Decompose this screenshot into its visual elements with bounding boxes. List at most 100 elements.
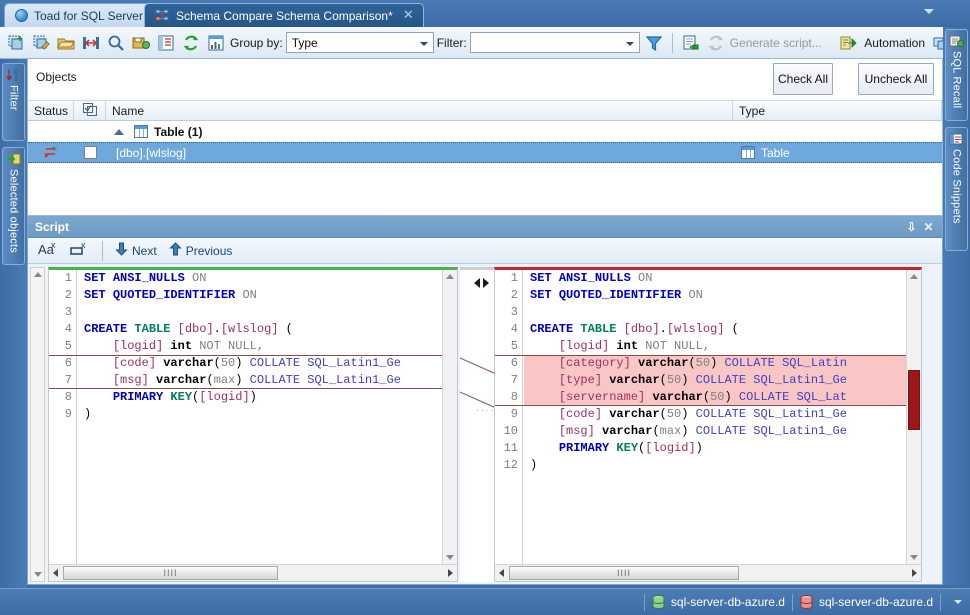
scroll-right-icon[interactable] bbox=[448, 569, 453, 577]
find-icon[interactable] bbox=[105, 32, 127, 54]
line-number: 12 bbox=[503, 458, 518, 472]
scroll-left-icon[interactable] bbox=[499, 569, 504, 577]
code-line[interactable]: [logid] int NOT NULL, bbox=[78, 338, 442, 355]
line-number: 7 bbox=[64, 373, 72, 387]
line-number: 2 bbox=[510, 288, 518, 302]
refresh-icon[interactable] bbox=[180, 32, 202, 54]
right-code-area[interactable]: 1 2 3 4 5 6 7 8 9 10 11 12 SET ANSI_NULLS ON SET QUO… bbox=[495, 270, 906, 564]
pin-icon[interactable]: ⇩ bbox=[905, 221, 918, 234]
line-number: 11 bbox=[503, 441, 518, 455]
scroll-up-icon[interactable] bbox=[34, 272, 42, 277]
next-difference-button[interactable]: Next bbox=[111, 241, 161, 261]
checkbox-header-icon bbox=[82, 102, 97, 119]
scroll-down-icon[interactable] bbox=[34, 572, 42, 577]
automation-label: Automation bbox=[864, 35, 925, 50]
code-line[interactable] bbox=[524, 304, 906, 321]
code-line[interactable]: SET QUOTED_IDENTIFIER ON bbox=[524, 287, 906, 304]
scroll-down-icon[interactable] bbox=[446, 555, 454, 560]
scroll-up-icon[interactable] bbox=[910, 274, 918, 279]
tab-schema-compare[interactable]: Schema Compare Schema Comparison* ✕ bbox=[144, 3, 424, 27]
left-outer-vertical-scrollbar[interactable] bbox=[30, 267, 45, 582]
sync-script-icon[interactable] bbox=[680, 32, 702, 54]
code-line[interactable]: [code] varchar(50) COLLATE SQL_Latin1_Ge bbox=[78, 355, 442, 372]
code-line[interactable]: SET QUOTED_IDENTIFIER ON bbox=[78, 287, 442, 304]
code-line[interactable] bbox=[78, 304, 442, 321]
sidebar-item-label: Selected objects bbox=[7, 169, 20, 253]
code-line[interactable]: PRIMARY KEY([logid]) bbox=[78, 389, 442, 406]
ignore-case-button[interactable]: Aa x bbox=[34, 240, 62, 261]
close-icon[interactable]: ✕ bbox=[402, 8, 415, 22]
status-connection-target[interactable]: sql-server-db-azure.d bbox=[800, 595, 933, 610]
code-line[interactable]: PRIMARY KEY([logid]) bbox=[524, 440, 906, 457]
code-line[interactable]: SET ANSI_NULLS ON bbox=[78, 270, 442, 287]
code-line[interactable]: CREATE TABLE [dbo].[wlslog] ( bbox=[524, 321, 906, 338]
scroll-left-icon[interactable] bbox=[53, 569, 58, 577]
changed-arrows-icon bbox=[43, 146, 59, 159]
filter-label: Filter: bbox=[436, 35, 467, 50]
code-line[interactable]: [type] varchar(50) COLLATE SQL_Latin1_Ge bbox=[524, 372, 906, 389]
table-row[interactable]: Table (1) bbox=[28, 121, 942, 142]
summary-icon[interactable] bbox=[205, 32, 227, 54]
open-comparison-icon[interactable] bbox=[55, 32, 77, 54]
filter-input[interactable] bbox=[469, 32, 640, 53]
code-line[interactable]: [category] varchar(50) COLLATE SQL_Latin bbox=[524, 355, 906, 372]
compare-now-icon[interactable] bbox=[80, 32, 102, 54]
sidebar-item-code-snippets[interactable]: Code Snippets bbox=[945, 127, 968, 251]
code-line[interactable]: [msg] varchar(max) COLLATE SQL_Latin1_Ge bbox=[524, 423, 906, 440]
database-red-icon bbox=[800, 595, 813, 610]
sidebar-item-filter[interactable]: Filter bbox=[2, 63, 25, 141]
filter-funnel-icon[interactable] bbox=[643, 32, 665, 54]
left-vertical-scrollbar[interactable] bbox=[442, 270, 457, 564]
sidebar-item-sql-recall[interactable]: SQL Recall bbox=[945, 29, 968, 121]
right-scroll-diff-marker[interactable] bbox=[908, 370, 920, 430]
right-horizontal-scrollbar[interactable]: IIII bbox=[495, 564, 921, 581]
close-icon[interactable]: ✕ bbox=[922, 221, 935, 234]
column-header-name[interactable]: Name bbox=[106, 101, 733, 120]
code-line[interactable]: SET ANSI_NULLS ON bbox=[524, 270, 906, 287]
edit-comparison-icon[interactable] bbox=[30, 32, 52, 54]
generate-script-icon[interactable] bbox=[705, 32, 727, 54]
tab-toad-for-sql-server[interactable]: Toad for SQL Server bbox=[4, 3, 154, 27]
code-line[interactable]: ) bbox=[78, 406, 442, 423]
right-vertical-scrollbar[interactable] bbox=[906, 270, 921, 564]
left-horizontal-scrollbar[interactable]: IIII bbox=[49, 564, 457, 581]
expand-arrow-icon[interactable] bbox=[114, 128, 124, 135]
scroll-up-icon[interactable] bbox=[446, 274, 454, 279]
table-row[interactable]: [dbo].[wlslog] Table bbox=[28, 142, 942, 163]
group-by-select[interactable]: Type bbox=[285, 32, 434, 53]
window-tab-bar: Toad for SQL Server Schema Compare Schem… bbox=[0, 0, 970, 27]
status-connection-source[interactable]: sql-server-db-azure.d bbox=[652, 595, 785, 610]
save-comparison-icon[interactable] bbox=[130, 32, 152, 54]
column-header-checkbox[interactable] bbox=[74, 101, 106, 120]
left-hscroll-thumb[interactable]: IIII bbox=[63, 566, 278, 580]
scroll-right-icon[interactable] bbox=[912, 569, 917, 577]
scroll-down-icon[interactable] bbox=[910, 555, 918, 560]
scroll-grip: IIII bbox=[616, 568, 631, 578]
right-hscroll-thumb[interactable]: IIII bbox=[509, 566, 739, 580]
line-number: 8 bbox=[64, 390, 72, 404]
left-code-area[interactable]: 1 2 3 4 5 6 7 8 9 SET ANSI_NULLS ON SET QUOTED_ID… bbox=[49, 270, 442, 564]
code-line[interactable]: ) bbox=[524, 457, 906, 474]
check-all-button[interactable]: Check All bbox=[773, 63, 833, 95]
status-separator bbox=[940, 593, 941, 611]
new-comparison-icon[interactable] bbox=[5, 32, 27, 54]
chevron-down-icon[interactable] bbox=[924, 9, 934, 14]
code-line[interactable]: [code] varchar(50) COLLATE SQL_Latin1_Ge bbox=[524, 406, 906, 423]
previous-difference-button[interactable]: Previous bbox=[165, 241, 237, 261]
sidebar-item-label: Code Snippets bbox=[950, 149, 963, 224]
svg-text:x: x bbox=[51, 241, 56, 250]
code-line[interactable]: CREATE TABLE [dbo].[wlslog] ( bbox=[78, 321, 442, 338]
column-header-status[interactable]: Status bbox=[28, 101, 74, 120]
chevron-down-icon[interactable] bbox=[954, 600, 962, 604]
sidebar-item-selected-objects[interactable]: Selected objects bbox=[2, 147, 25, 265]
script-toolbar: Aa x x Next Previous bbox=[28, 238, 942, 264]
uncheck-all-button[interactable]: Uncheck All bbox=[858, 63, 934, 95]
row-checkbox[interactable] bbox=[83, 146, 97, 159]
cell-checkbox[interactable] bbox=[74, 146, 106, 159]
ignore-whitespace-button[interactable]: x bbox=[66, 240, 94, 261]
code-line[interactable]: [logid] int NOT NULL, bbox=[524, 338, 906, 355]
column-header-type[interactable]: Type bbox=[733, 101, 942, 120]
code-line[interactable]: [servername] varchar(50) COLLATE SQL_Lat bbox=[524, 389, 906, 406]
code-line[interactable]: [msg] varchar(max) COLLATE SQL_Latin1_Ge bbox=[78, 372, 442, 389]
report-icon[interactable] bbox=[155, 32, 177, 54]
